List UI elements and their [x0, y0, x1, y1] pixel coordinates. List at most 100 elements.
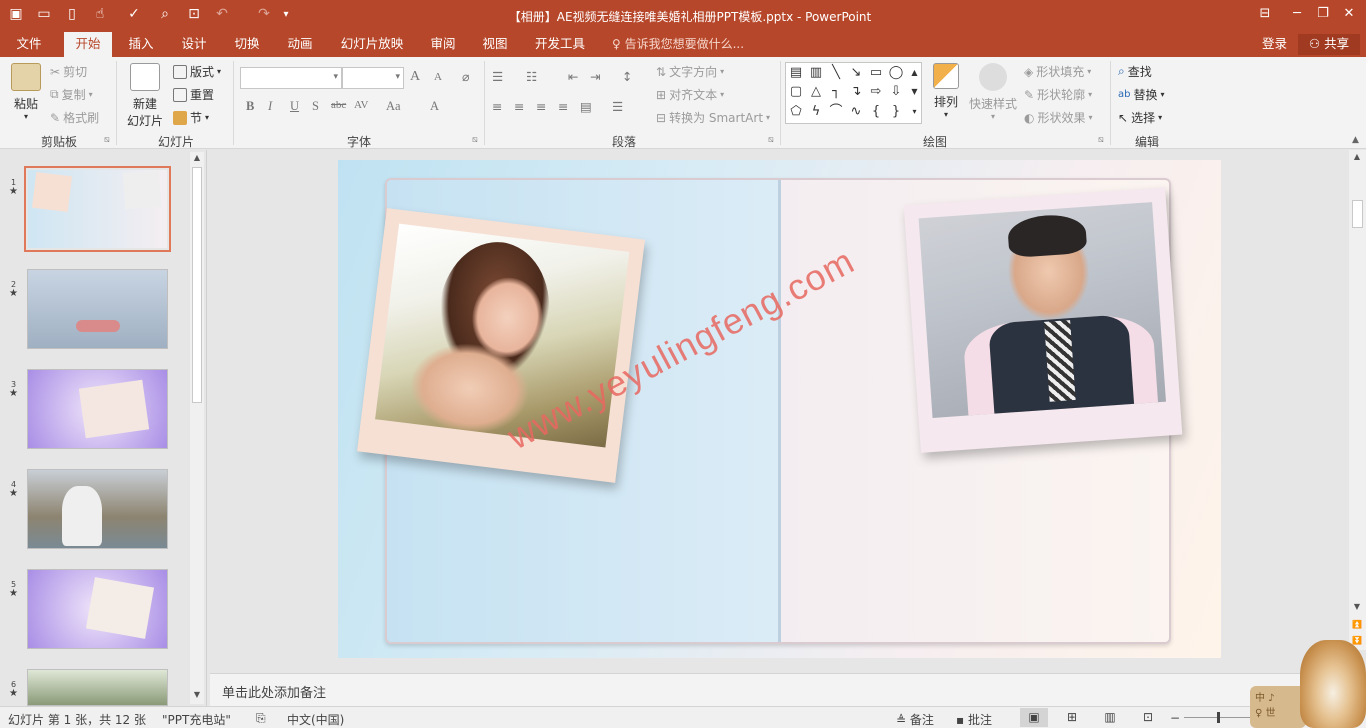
pentagon-shape-icon[interactable]: ⬠ — [787, 103, 805, 121]
slideshow-view-icon[interactable]: ⊡ — [1134, 708, 1162, 727]
zoom-out-icon[interactable]: − — [1170, 711, 1180, 725]
thumbnail-slide-3[interactable] — [27, 369, 168, 449]
share-button[interactable]: ⚇ 共享 — [1298, 34, 1360, 55]
tab-review[interactable]: 审阅 — [420, 32, 466, 57]
layout-button[interactable]: 版式 ▾ — [173, 63, 221, 80]
tab-home[interactable]: 开始 — [64, 32, 112, 57]
line-spacing-icon[interactable]: ↕ — [622, 69, 632, 84]
shape-fill-button[interactable]: ◈ 形状填充 ▾ — [1024, 63, 1091, 80]
align-text-button[interactable]: ⊞ 对齐文本 ▾ — [656, 86, 724, 103]
slideshow-from-start-icon[interactable]: ⊡ — [184, 3, 204, 25]
increase-indent-icon[interactable]: ⇥ — [590, 69, 600, 84]
thumbnail-slide-4[interactable] — [27, 469, 168, 549]
zoom-slider-thumb[interactable] — [1217, 712, 1220, 723]
normal-view-icon[interactable]: ▣ — [1020, 708, 1048, 727]
bride-photo-frame[interactable] — [357, 208, 645, 483]
comments-toggle[interactable]: ▪ 批注 — [956, 711, 992, 728]
mascot-widget[interactable]: 中 ♪ ♀ 世 — [1250, 640, 1366, 728]
customize-quick-access-icon[interactable]: ▾ — [276, 3, 296, 25]
arrow-line-shape-icon[interactable]: ↘ — [847, 64, 865, 82]
elbow-arrow-shape-icon[interactable]: ↴ — [847, 83, 865, 101]
bold-button[interactable]: B — [246, 99, 254, 114]
scroll-up-icon[interactable]: ▲ — [1352, 152, 1362, 164]
reading-view-icon[interactable]: ▥ — [1096, 708, 1124, 727]
shapes-gallery[interactable]: ▤ ▥ ╲ ↘ ▭ ◯ ▢ △ ┐ ↴ ⇨ ⇩ ⬠ ϟ ⌒ ∿ { } ▲ ▼ … — [785, 62, 922, 124]
numbering-icon[interactable]: ☷ — [526, 69, 537, 84]
text-direction-button[interactable]: ⇅ 文字方向 ▾ — [656, 63, 724, 80]
oval-shape-icon[interactable]: ◯ — [887, 64, 905, 82]
vertical-textbox-shape-icon[interactable]: ▥ — [807, 64, 825, 82]
quick-styles-button[interactable]: 快速样式 ▾ — [966, 63, 1020, 121]
curve-shape-icon[interactable]: ϟ — [807, 103, 825, 121]
font-color-button[interactable]: A — [430, 99, 439, 114]
right-brace-shape-icon[interactable]: } — [887, 103, 905, 121]
grow-font-icon[interactable]: A — [410, 69, 420, 85]
touch-mode-icon[interactable]: ☝ — [90, 3, 110, 25]
find-button[interactable]: ⌕ 查找 — [1118, 63, 1152, 80]
login-link[interactable]: 登录 — [1262, 32, 1287, 56]
scroll-down-icon[interactable]: ▼ — [1352, 602, 1362, 614]
shadow-button[interactable]: S — [312, 99, 319, 114]
shrink-font-icon[interactable]: A — [434, 71, 442, 83]
underline-button[interactable]: U — [290, 99, 299, 114]
redo-icon[interactable]: ↷ — [254, 3, 274, 25]
italic-button[interactable]: I — [268, 99, 272, 114]
tab-insert[interactable]: 插入 — [118, 32, 164, 57]
copy-button[interactable]: ⧉ 复制 ▾ — [50, 86, 93, 103]
align-right-icon[interactable]: ≡ — [536, 99, 546, 114]
spelling-icon[interactable]: ✓ — [124, 3, 144, 25]
scroll-down-icon[interactable]: ▼ — [908, 83, 921, 101]
thumbnail-slide-5[interactable] — [27, 569, 168, 649]
new-file-icon[interactable]: ▯ — [62, 3, 82, 25]
shape-outline-button[interactable]: ✎ 形状轮廓 ▾ — [1024, 86, 1092, 103]
tab-design[interactable]: 设计 — [171, 32, 217, 57]
save-icon[interactable]: ▣ — [6, 3, 26, 25]
replace-button[interactable]: ab 替换 ▾ — [1118, 86, 1165, 103]
font-name-select[interactable]: ▾ — [240, 67, 342, 89]
cut-button[interactable]: ✂ 剪切 — [50, 63, 87, 80]
smartart-button[interactable]: ⊟ 转换为 SmartArt ▾ — [656, 109, 770, 126]
decrease-indent-icon[interactable]: ⇤ — [568, 69, 578, 84]
align-left-icon[interactable]: ≡ — [492, 99, 502, 114]
freeform-shape-icon[interactable]: ∿ — [847, 103, 865, 121]
slide-sorter-icon[interactable]: ⊞ — [1058, 708, 1086, 727]
section-button[interactable]: 节 ▾ — [173, 109, 209, 126]
font-launcher-icon[interactable]: ⧅ — [472, 135, 478, 145]
format-painter-button[interactable]: ✎ 格式刷 — [50, 109, 99, 126]
rectangle-shape-icon[interactable]: ▭ — [867, 64, 885, 82]
scroll-down-icon[interactable]: ▼ — [192, 690, 202, 702]
thumbnail-slide-2[interactable] — [27, 269, 168, 349]
proofing-icon[interactable]: ⎘ — [256, 711, 266, 726]
close-icon[interactable]: ✕ — [1326, 0, 1366, 26]
drawing-launcher-icon[interactable]: ⧅ — [1098, 135, 1104, 145]
shape-effects-button[interactable]: ◐ 形状效果 ▾ — [1024, 109, 1093, 126]
paragraph-launcher-icon[interactable]: ⧅ — [768, 135, 774, 145]
arc-shape-icon[interactable]: ⌒ — [827, 103, 845, 121]
notes-toggle[interactable]: ≜ 备注 — [896, 711, 934, 728]
right-arrow-shape-icon[interactable]: ⇨ — [867, 83, 885, 101]
thumbnails-scrollbar[interactable]: ▲ ▼ — [190, 152, 204, 704]
left-brace-shape-icon[interactable]: { — [867, 103, 885, 121]
current-slide[interactable]: www.yeyulingfeng.com — [338, 160, 1221, 658]
scroll-up-icon[interactable]: ▲ — [908, 64, 921, 82]
reset-button[interactable]: 重置 — [173, 86, 214, 103]
rounded-rect-shape-icon[interactable]: ▢ — [787, 83, 805, 101]
groom-photo-frame[interactable] — [903, 187, 1183, 453]
more-shapes-icon[interactable]: ▾ — [908, 103, 921, 121]
thumbnail-slide-6[interactable] — [27, 669, 168, 706]
strikethrough-button[interactable]: abc — [331, 99, 346, 111]
tab-developer[interactable]: 开发工具 — [528, 32, 592, 57]
collapse-ribbon-icon[interactable]: ▲ — [1352, 135, 1359, 145]
triangle-shape-icon[interactable]: △ — [807, 83, 825, 101]
scrollbar-thumb[interactable] — [1352, 200, 1363, 228]
find-icon[interactable]: ⌕ — [155, 3, 175, 25]
notes-pane[interactable]: 单击此处添加备注 — [210, 673, 1366, 706]
tab-view[interactable]: 视图 — [472, 32, 518, 57]
tab-animations[interactable]: 动画 — [277, 32, 323, 57]
textbox-shape-icon[interactable]: ▤ — [787, 64, 805, 82]
bullets-icon[interactable]: ☰ — [492, 69, 503, 84]
tab-file[interactable]: 文件 — [6, 32, 52, 57]
scroll-up-icon[interactable]: ▲ — [192, 153, 202, 165]
columns-icon[interactable]: ☰ — [612, 99, 623, 114]
select-button[interactable]: ↖ 选择 ▾ — [1118, 109, 1162, 126]
